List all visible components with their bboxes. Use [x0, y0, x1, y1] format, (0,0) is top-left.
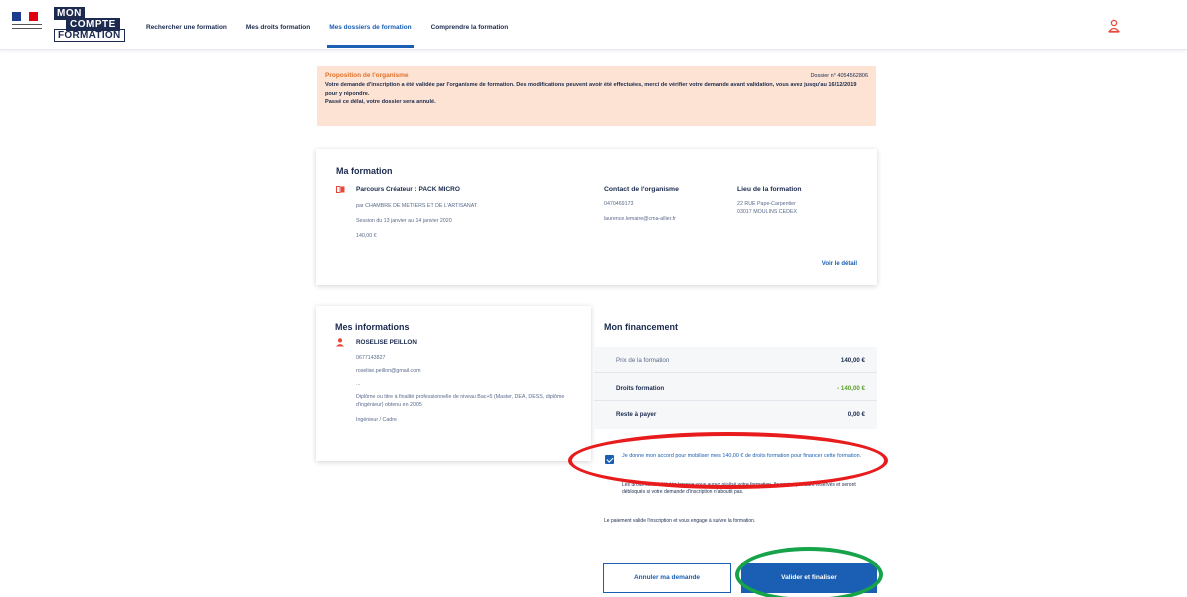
green-annotation-ellipse: [735, 547, 883, 597]
alert-text: Votre demande d'inscription a été validé…: [325, 82, 857, 97]
informations-card-title: Mes informations: [335, 322, 410, 332]
fin-label: Prix de la formation: [616, 357, 670, 364]
contact-title: Contact de l'organisme: [604, 186, 679, 193]
fin-value: 0,00 €: [847, 411, 865, 418]
person-diploma: Diplôme ou titre à finalité professionne…: [356, 394, 565, 408]
lieu-address-line2: 03017 MOULINS CEDEX: [737, 209, 798, 215]
informations-card: Mes informations ROSELISE PEILLON 067714…: [316, 306, 591, 461]
formation-card-title: Ma formation: [336, 166, 393, 176]
financement-table: Prix de la formation 140,00 € Droits for…: [594, 347, 877, 429]
red-annotation-ellipse: [568, 432, 888, 489]
dossier-number: Dossier n° 4054562806: [810, 73, 868, 79]
republique-francaise-logo: [12, 12, 46, 38]
person-email: roselise.peillon@gmail.com: [356, 368, 421, 374]
payment-note: Le paiement valide l'inscription et vous…: [604, 518, 756, 524]
fin-value: 140,00 €: [840, 357, 865, 364]
person-icon: [336, 338, 344, 347]
person-ellipsis: ...: [356, 381, 361, 387]
fin-row-prix: Prix de la formation 140,00 €: [594, 347, 877, 373]
fin-label: Reste à payer: [616, 411, 657, 418]
fin-row-reste: Reste à payer 0,00 €: [594, 401, 877, 427]
formation-session: Session du 13 janvier au 14 janvier 2020: [356, 218, 452, 224]
fin-row-droits: Droits formation - 140,00 €: [594, 375, 877, 401]
nav-mes-dossiers-formation[interactable]: Mes dossiers de formation: [327, 0, 414, 50]
cancel-request-button[interactable]: Annuler ma demande: [603, 563, 731, 593]
main-nav: Rechercher une formation Mes droits form…: [146, 0, 527, 50]
contact-phone: 0470469173: [604, 201, 634, 207]
rf-logo-lines: [12, 24, 46, 29]
page: MON COMPTE FORMATION Rechercher une form…: [0, 0, 1187, 597]
brand-formation: FORMATION: [54, 29, 125, 42]
book-icon: [336, 186, 345, 193]
nav-comprendre-formation[interactable]: Comprendre la formation: [431, 0, 509, 50]
person-status: Ingénieur / Cadre: [356, 417, 397, 423]
person-phone: 0677143827: [356, 355, 386, 361]
user-icon[interactable]: [1108, 19, 1120, 33]
french-flag-icon: [12, 12, 39, 21]
alert-deadline-text: Passé ce délai, votre dossier sera annul…: [325, 99, 436, 105]
fin-value: - 140,00 €: [837, 385, 865, 392]
financement-title: Mon financement: [604, 322, 679, 332]
person-name: ROSELISE PEILLON: [356, 339, 417, 346]
top-header: MON COMPTE FORMATION Rechercher une form…: [0, 0, 1187, 50]
formation-card: Ma formation Parcours Créateur : PACK MI…: [316, 149, 877, 285]
lieu-address-line1: 22 RUE Pape-Carpentier: [737, 201, 796, 207]
voir-detail-link[interactable]: Voir le détail: [822, 261, 857, 267]
nav-rechercher-formation[interactable]: Rechercher une formation: [146, 0, 227, 50]
alert-title: Proposition de l'organisme: [325, 72, 409, 79]
formation-organisme: par CHAMBRE DE METIERS ET DE L'ARTISANAT: [356, 203, 478, 209]
formation-name: Parcours Créateur : PACK MICRO: [356, 186, 460, 193]
nav-mes-droits-formation[interactable]: Mes droits formation: [246, 0, 310, 50]
lieu-title: Lieu de la formation: [737, 186, 802, 193]
fin-label: Droits formation: [616, 385, 665, 392]
formation-price: 140,00 €: [356, 233, 377, 239]
contact-email[interactable]: laurence.lemaire@cma-allier.fr: [604, 216, 676, 224]
mon-compte-formation-logo[interactable]: MON COMPTE FORMATION: [54, 7, 125, 43]
proposition-alert: Proposition de l'organisme Dossier n° 40…: [317, 66, 876, 126]
